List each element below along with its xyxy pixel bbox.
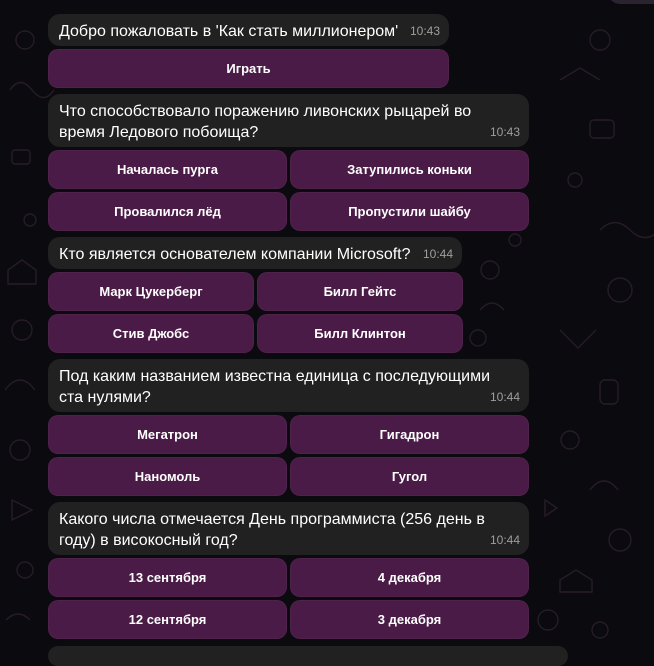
message-bubble-question-4: Какого числа отмечается День программист… <box>48 502 529 555</box>
message-time: 10:44 <box>489 533 520 547</box>
message-time: 10:44 <box>422 247 453 261</box>
next-message-bubble-partial <box>48 646 568 666</box>
message-bubble-welcome: Добро пожаловать в 'Как стать миллионеро… <box>48 14 449 46</box>
message-text: Под каким названием известна единица с п… <box>59 368 491 406</box>
answer-button[interactable]: Билл Клинтон <box>257 314 463 353</box>
message-bubble-question-2: Кто является основателем компании Micros… <box>48 237 462 269</box>
answer-button[interactable]: Гигадрон <box>290 415 529 454</box>
message-text: Что способствовало поражению ливонских р… <box>59 103 472 141</box>
message-bubble-question-1: Что способствовало поражению ливонских р… <box>48 94 529 147</box>
answer-button[interactable]: Затупились коньки <box>290 150 529 189</box>
answer-button[interactable]: Билл Гейтс <box>257 272 463 311</box>
answer-button[interactable]: Наномоль <box>48 457 287 496</box>
answer-button[interactable]: Пропустили шайбу <box>290 192 529 231</box>
answer-button[interactable]: Стив Джобс <box>48 314 254 353</box>
answer-button[interactable]: 3 декабря <box>290 600 529 639</box>
answer-button[interactable]: 12 сентября <box>48 600 287 639</box>
top-corner-fragment <box>608 0 654 4</box>
message-text: Какого числа отмечается День программист… <box>59 511 485 549</box>
answer-button[interactable]: 13 сентября <box>48 558 287 597</box>
message-text: Кто является основателем компании Micros… <box>59 246 411 263</box>
answer-button[interactable]: Гугол <box>290 457 529 496</box>
answer-button[interactable]: Марк Цукерберг <box>48 272 254 311</box>
message-time: 10:43 <box>489 125 520 139</box>
message-time: 10:44 <box>489 390 520 404</box>
answer-button[interactable]: Началась пурга <box>48 150 287 189</box>
message-text: Добро пожаловать в 'Как стать миллионеро… <box>59 23 399 40</box>
answer-button[interactable]: 4 декабря <box>290 558 529 597</box>
message-time: 10:43 <box>409 24 440 38</box>
keyboard-button-play[interactable]: Играть <box>48 49 449 88</box>
answer-button[interactable]: Провалился лёд <box>48 192 287 231</box>
answer-button[interactable]: Мегатрон <box>48 415 287 454</box>
message-bubble-question-3: Под каким названием известна единица с п… <box>48 359 529 412</box>
